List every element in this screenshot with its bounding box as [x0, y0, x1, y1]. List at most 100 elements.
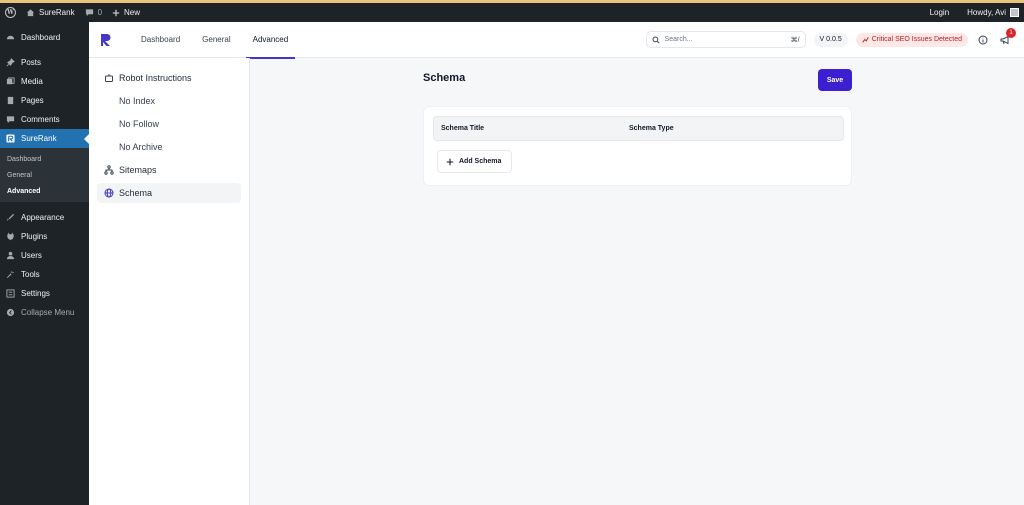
- menu-plugins[interactable]: Plugins: [0, 227, 89, 246]
- menu-comments-label: Comments: [21, 115, 60, 124]
- sitemaps-label: Sitemaps: [119, 165, 157, 175]
- menu-settings[interactable]: Settings: [0, 284, 89, 303]
- user-icon: [6, 251, 15, 260]
- wordpress-icon: W: [5, 7, 16, 18]
- submenu-general[interactable]: General: [0, 167, 89, 183]
- site-name-link[interactable]: SureRank: [21, 3, 80, 22]
- menu-comments[interactable]: Comments: [0, 110, 89, 129]
- sitemap-icon: [104, 165, 114, 175]
- add-schema-button[interactable]: Add Schema: [437, 150, 512, 173]
- menu-appearance-label: Appearance: [21, 213, 65, 222]
- menu-settings-label: Settings: [21, 289, 50, 298]
- nav-sitemaps[interactable]: Sitemaps: [97, 160, 241, 180]
- critical-issues-label: Critical SEO Issues Detected: [871, 36, 962, 43]
- search-shortcut: ⌘/: [790, 36, 800, 44]
- menu-posts[interactable]: Posts: [0, 53, 89, 72]
- tab-general[interactable]: General: [191, 22, 241, 58]
- no-follow-label: No Follow: [119, 119, 160, 129]
- submenu-advanced[interactable]: Advanced: [0, 183, 89, 199]
- surerank-topnav: Dashboard General Advanced Search... ⌘/ …: [89, 22, 1024, 59]
- schema-label: Schema: [119, 188, 153, 198]
- pages-icon: [6, 96, 15, 105]
- tab-dashboard[interactable]: Dashboard: [130, 22, 191, 58]
- search-input[interactable]: Search... ⌘/: [645, 31, 806, 48]
- surerank-icon: [6, 134, 15, 143]
- menu-tools-label: Tools: [21, 270, 40, 279]
- my-account-menu[interactable]: Howdy, Avi: [962, 3, 1024, 22]
- robot-instructions-label: Robot Instructions: [119, 73, 192, 83]
- plug-icon: [6, 232, 15, 241]
- collapse-menu-label: Collapse Menu: [21, 308, 75, 317]
- menu-pages-label: Pages: [21, 96, 44, 105]
- collapse-menu-button[interactable]: Collapse Menu: [0, 303, 89, 322]
- page-title: Schema: [423, 72, 466, 84]
- settings-icon: [6, 289, 15, 298]
- no-archive-label: No Archive: [119, 142, 163, 152]
- login-link[interactable]: Login: [925, 3, 955, 22]
- column-schema-type: Schema Type: [629, 125, 674, 132]
- settings-panel: Robot Instructions No Index No Follow No…: [89, 58, 250, 505]
- column-schema-title: Schema Title: [441, 125, 485, 132]
- collapse-icon: [6, 308, 15, 317]
- plus-icon: [112, 9, 120, 16]
- pin-icon: [6, 58, 15, 67]
- home-icon: [26, 9, 35, 17]
- comments-link[interactable]: 0: [80, 3, 107, 22]
- nav-schema[interactable]: Schema: [97, 183, 241, 203]
- menu-tools[interactable]: Tools: [0, 265, 89, 284]
- wrench-icon: [6, 270, 15, 279]
- wp-admin-sidebar: Dashboard Posts Media Pages Comments Sur…: [0, 22, 89, 505]
- help-button[interactable]: [976, 33, 990, 47]
- version-label: V 0.0.5: [819, 36, 842, 43]
- search-icon: [652, 35, 660, 44]
- new-content-link[interactable]: New: [107, 3, 145, 22]
- media-icon: [6, 77, 15, 86]
- nav-robot-instructions[interactable]: Robot Instructions: [97, 68, 241, 88]
- schema-card: Schema Title Schema Type Add Schema: [423, 106, 852, 186]
- nav-no-archive[interactable]: No Archive: [97, 137, 241, 157]
- menu-pages[interactable]: Pages: [0, 91, 89, 110]
- menu-appearance[interactable]: Appearance: [0, 208, 89, 227]
- brush-icon: [6, 213, 15, 222]
- tab-general-label: General: [202, 35, 231, 44]
- schema-table-header: Schema Title Schema Type: [433, 116, 844, 141]
- tab-advanced[interactable]: Advanced: [242, 22, 300, 59]
- plus-icon: [446, 158, 454, 165]
- submenu-dashboard[interactable]: Dashboard: [0, 151, 89, 167]
- notification-badge: 1: [1006, 27, 1016, 38]
- search-placeholder: Search...: [664, 36, 693, 43]
- critical-issues-badge[interactable]: Critical SEO Issues Detected: [855, 32, 968, 47]
- menu-users-label: Users: [21, 251, 42, 260]
- surerank-logo[interactable]: [100, 33, 112, 47]
- menu-media-label: Media: [21, 77, 43, 86]
- login-label: Login: [929, 8, 950, 17]
- dashboard-icon: [6, 33, 15, 42]
- no-index-label: No Index: [119, 96, 156, 106]
- menu-plugins-label: Plugins: [21, 232, 48, 241]
- site-name: SureRank: [39, 8, 75, 17]
- new-label: New: [124, 8, 141, 17]
- howdy-text: Howdy, Avi: [967, 8, 1006, 17]
- menu-surerank[interactable]: SureRank: [0, 129, 89, 148]
- menu-surerank-label: SureRank: [21, 134, 57, 143]
- admin-bar: W SureRank 0 New Login Howdy, Avi: [0, 3, 1024, 22]
- add-schema-label: Add Schema: [459, 158, 502, 165]
- nav-no-follow[interactable]: No Follow: [97, 114, 241, 134]
- nav-no-index[interactable]: No Index: [97, 91, 241, 111]
- wp-logo-menu[interactable]: W: [0, 3, 21, 22]
- comment-icon: [85, 9, 93, 17]
- chart-icon: [862, 37, 869, 43]
- tab-dashboard-label: Dashboard: [141, 35, 181, 44]
- robot-icon: [105, 74, 113, 82]
- avatar: [1010, 8, 1019, 17]
- menu-users[interactable]: Users: [0, 246, 89, 265]
- notifications-button[interactable]: 1: [998, 27, 1016, 47]
- menu-posts-label: Posts: [21, 58, 42, 67]
- info-icon: [978, 35, 988, 44]
- globe-icon: [104, 188, 114, 198]
- version-badge: V 0.0.5: [813, 32, 848, 47]
- comments-count: 0: [97, 8, 103, 17]
- menu-media[interactable]: Media: [0, 72, 89, 91]
- menu-dashboard[interactable]: Dashboard: [0, 28, 89, 47]
- save-button[interactable]: Save: [818, 69, 852, 91]
